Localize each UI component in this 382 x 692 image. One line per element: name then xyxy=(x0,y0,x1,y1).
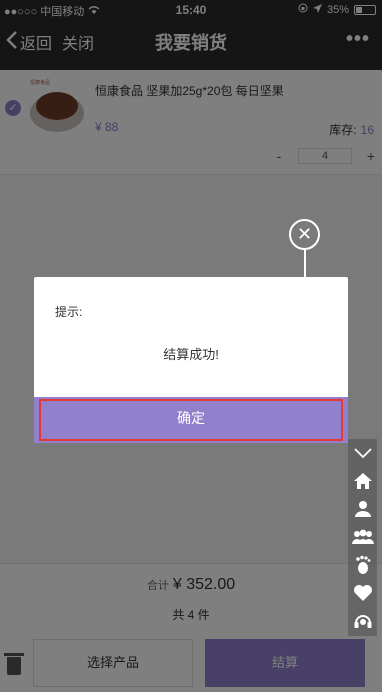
footprint-icon[interactable] xyxy=(348,551,377,579)
chevron-down-icon[interactable] xyxy=(348,439,377,467)
confirm-button[interactable]: 确定 xyxy=(34,397,348,443)
user-icon[interactable] xyxy=(348,495,377,523)
dialog-tip-label: 提示: xyxy=(55,305,83,319)
headset-icon[interactable] xyxy=(348,607,377,635)
alert-dialog: 提示: 结算成功! 确定 xyxy=(34,277,348,443)
heart-icon[interactable] xyxy=(348,579,377,607)
dialog-message: 结算成功! xyxy=(163,347,219,362)
side-toolbar xyxy=(348,439,377,636)
close-connector-line xyxy=(304,250,306,277)
home-icon[interactable] xyxy=(348,467,377,495)
highlight-box xyxy=(39,399,343,441)
close-dialog-button[interactable]: ✕ xyxy=(289,219,320,250)
group-icon[interactable] xyxy=(348,523,377,551)
